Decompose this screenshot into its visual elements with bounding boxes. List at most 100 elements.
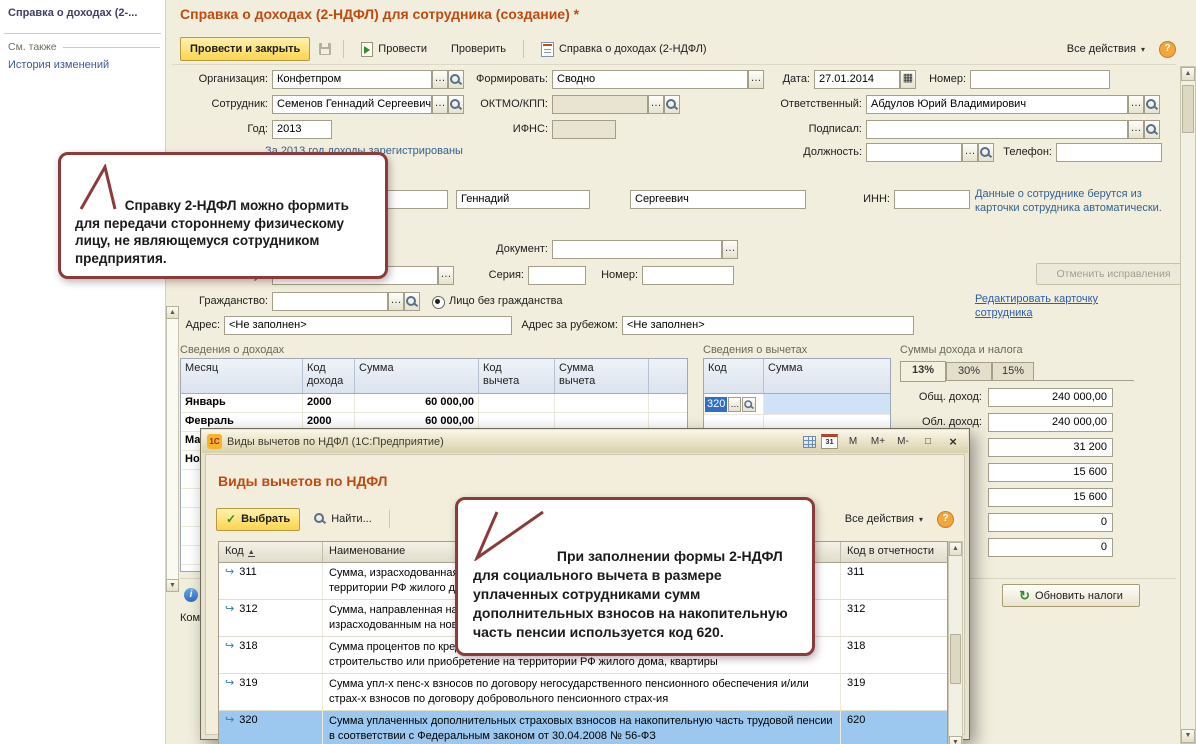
dialog-table-scrollbar[interactable]: ▲ ▼ — [948, 541, 963, 744]
oktmo-more-button[interactable]: … — [648, 95, 664, 114]
deduction-code-editor[interactable]: 320 … — [704, 394, 764, 414]
cell-code[interactable]: ↪ 319 — [219, 674, 323, 710]
citizenship-field[interactable] — [272, 292, 388, 311]
scroll-thumb[interactable] — [950, 634, 961, 684]
scroll-up-button[interactable]: ▲ — [166, 306, 179, 319]
help-button[interactable]: ? — [1159, 40, 1176, 58]
cell-code[interactable]: ↪ 318 — [219, 637, 323, 673]
post-and-close-button[interactable]: Провести и закрыть — [180, 37, 311, 61]
deduction-type-row-selected[interactable]: ↪ 320 Сумма уплаченных дополнительных стр… — [219, 711, 947, 744]
col-month[interactable]: Месяц — [181, 359, 303, 393]
report-button[interactable]: Справка о доходах (2-НДФЛ) — [531, 37, 717, 61]
calendar-icon[interactable]: 31 — [821, 434, 838, 449]
cell-code[interactable]: ↪ 320 — [219, 711, 323, 744]
scroll-up-button[interactable]: ▲ — [949, 542, 962, 556]
memory-plus-button[interactable]: М+ — [868, 434, 888, 450]
document-more-button[interactable]: … — [722, 240, 738, 259]
tax-transferred-field[interactable]: 15 600 — [988, 488, 1113, 507]
date-field[interactable]: 27.01.2014 — [814, 70, 900, 89]
refresh-taxes-button[interactable]: ↻ Обновить налоги — [1002, 584, 1140, 607]
cell-code[interactable]: 2000 — [303, 394, 355, 412]
form-scrollbar[interactable]: ▲ ▼ — [1180, 66, 1196, 744]
grid-icon[interactable] — [803, 435, 816, 448]
check-button[interactable]: Проверить — [441, 37, 516, 61]
total-income-field[interactable]: 240 000,00 — [988, 388, 1113, 407]
edit-employee-card-link[interactable]: Редактировать карточку сотрудника — [975, 292, 1105, 320]
cell-ded-code[interactable] — [479, 394, 555, 412]
scroll-down-button[interactable]: ▼ — [949, 736, 962, 744]
scroll-up-button[interactable]: ▲ — [1181, 67, 1195, 81]
scroll-thumb[interactable] — [1182, 85, 1194, 133]
tab-13[interactable]: 13% — [900, 361, 946, 382]
cell-report-code[interactable]: 311 — [841, 563, 947, 599]
cell-report-code[interactable]: 318 — [841, 637, 947, 673]
col-ded-sum[interactable]: Сумма вычета — [555, 359, 649, 393]
info-icon[interactable]: i — [184, 588, 198, 602]
dialog-titlebar[interactable]: 1С Виды вычетов по НДФЛ (1С:Предприятие)… — [202, 430, 968, 453]
oktmo-lookup-button[interactable] — [664, 95, 680, 114]
inn-field[interactable] — [894, 190, 970, 209]
all-actions-button[interactable]: Все действия ▾ — [1057, 37, 1155, 61]
income-row[interactable]: Январь 2000 60 000,00 — [181, 394, 687, 413]
cell-report-code[interactable]: 312 — [841, 600, 947, 636]
tax-calculated-field[interactable]: 31 200 — [988, 438, 1113, 457]
doc-number-field[interactable] — [642, 266, 734, 285]
deduction-type-row[interactable]: ↪ 319 Сумма упл-х пенс-х взносов по догов… — [219, 674, 947, 711]
deduction-edit-row[interactable]: 320 … — [704, 394, 890, 415]
choose-button[interactable]: ✓ Выбрать — [216, 507, 301, 531]
deduction-code-value[interactable]: 320 — [705, 396, 728, 412]
cell-name[interactable]: Сумма упл-х пенс-х взносов по договору н… — [323, 674, 841, 710]
cell-name[interactable]: Сумма уплаченных дополнительных страховы… — [323, 711, 841, 744]
post-button[interactable]: Провести — [351, 37, 437, 61]
dialog-help-button[interactable]: ? — [937, 510, 954, 528]
format-field[interactable]: Сводно — [552, 70, 748, 89]
org-more-button[interactable]: … — [432, 70, 448, 89]
format-more-button[interactable]: … — [748, 70, 764, 89]
deduction-sum-cell[interactable] — [764, 394, 890, 414]
responsible-field[interactable]: Абдулов Юрий Владимирович — [866, 95, 1128, 114]
form-left-scrollbar[interactable]: ▲ ▼ — [166, 306, 179, 592]
scroll-down-button[interactable]: ▼ — [1181, 729, 1195, 743]
responsible-more-button[interactable]: … — [1128, 95, 1144, 114]
deduction-more-button[interactable]: … — [728, 396, 742, 412]
employee-field[interactable]: Семенов Геннадий Сергеевич — [272, 95, 432, 114]
cell-ded-sum[interactable] — [555, 394, 649, 412]
org-lookup-button[interactable] — [448, 70, 464, 89]
cell-report-code[interactable]: 620 — [841, 711, 947, 744]
col-ded-sum[interactable]: Сумма — [764, 359, 890, 393]
cell-month[interactable]: Январь — [181, 394, 303, 412]
status-more-button[interactable]: … — [438, 266, 454, 285]
date-calendar-button[interactable]: ▦ — [900, 70, 916, 89]
scroll-down-button[interactable]: ▼ — [166, 579, 179, 592]
position-field[interactable] — [866, 143, 962, 162]
cell-code[interactable]: ↪ 312 — [219, 600, 323, 636]
employee-more-button[interactable]: … — [432, 95, 448, 114]
tax-extra2-field[interactable]: 0 — [988, 538, 1113, 557]
tab-15[interactable]: 15% — [992, 362, 1034, 381]
phone-field[interactable] — [1056, 143, 1162, 162]
col-code[interactable]: Код ▲ — [219, 542, 323, 562]
find-button[interactable]: Найти... — [304, 508, 382, 531]
signed-field[interactable] — [866, 120, 1128, 139]
taxable-income-field[interactable]: 240 000,00 — [988, 413, 1113, 432]
address-abroad-field[interactable]: <Не заполнен> — [622, 316, 914, 335]
cell-sum[interactable]: 60 000,00 — [355, 394, 479, 412]
signed-more-button[interactable]: … — [1128, 120, 1144, 139]
position-lookup-button[interactable] — [978, 143, 994, 162]
stateless-radio[interactable] — [432, 296, 445, 309]
first-name-field[interactable]: Геннадий — [456, 190, 590, 209]
position-more-button[interactable]: … — [962, 143, 978, 162]
deduction-lookup-button[interactable] — [742, 396, 757, 412]
series-field[interactable] — [528, 266, 586, 285]
address-field[interactable]: <Не заполнен> — [224, 316, 512, 335]
cell-report-code[interactable]: 319 — [841, 674, 947, 710]
citizenship-more-button[interactable]: … — [388, 292, 404, 311]
tax-withheld-field[interactable]: 15 600 — [988, 463, 1113, 482]
maximize-button[interactable]: □ — [918, 434, 938, 450]
employee-lookup-button[interactable] — [448, 95, 464, 114]
cell-code[interactable]: ↪ 311 — [219, 563, 323, 599]
signed-lookup-button[interactable] — [1144, 120, 1160, 139]
close-button[interactable]: × — [943, 434, 963, 450]
col-sum[interactable]: Сумма — [355, 359, 479, 393]
memory-minus-button[interactable]: М- — [893, 434, 913, 450]
